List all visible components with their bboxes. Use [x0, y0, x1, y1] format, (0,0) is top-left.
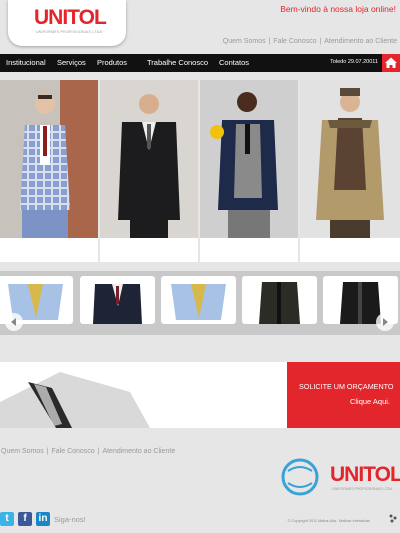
home-button[interactable] [382, 54, 400, 72]
carousel-item[interactable] [80, 276, 155, 324]
footer-link-quem-somos[interactable]: Quem Somos [1, 448, 44, 455]
product-carousel [0, 271, 400, 335]
welcome-message: Bem-vindo à nossa loja online! [280, 4, 396, 14]
link-fale-conosco[interactable]: Fale Conosco [273, 38, 316, 45]
date-label: Toledo 29.07.20011 [330, 59, 378, 65]
home-icon [385, 57, 397, 68]
logo-tagline: UNIFORMES PROFISSIONAIS LTDA [36, 30, 103, 34]
suit-image [0, 362, 287, 428]
logo[interactable]: UNITOL UNIFORMES PROFISSIONAIS LTDA [8, 0, 126, 46]
twitter-icon[interactable]: t [0, 512, 14, 526]
carousel-item[interactable] [242, 276, 317, 324]
arrow-right-icon [383, 318, 388, 326]
model-image [300, 80, 400, 238]
carousel-item[interactable] [161, 276, 236, 324]
nav-produtos[interactable]: Produtos [97, 58, 127, 67]
logo-text: UNITOL [34, 6, 107, 29]
carousel-next-button[interactable] [376, 313, 394, 331]
carousel-prev-button[interactable] [5, 313, 23, 331]
hero-gallery [0, 80, 400, 262]
main-nav: Institucional Serviços Produtos Trabalhe… [0, 54, 400, 72]
linkedin-icon[interactable]: in [36, 512, 50, 526]
copyright: © Copyright 2011 Malha Alta - Malhas Int… [287, 519, 370, 523]
model-image [0, 80, 98, 238]
product-card[interactable] [300, 80, 400, 262]
footer-link-fale-conosco[interactable]: Fale Conosco [52, 448, 95, 455]
follow-label: Siga-nos! [54, 515, 86, 524]
footer-logo-tagline: UNIFORMES PROFISSIONAIS LTDA [332, 487, 393, 491]
globe-icon [281, 458, 319, 496]
model-image [100, 80, 198, 238]
link-quem-somos[interactable]: Quem Somos [223, 38, 266, 45]
nav-institucional[interactable]: Institucional [6, 58, 46, 67]
nav-servicos[interactable]: Serviços [57, 58, 86, 67]
quote-cta-link[interactable]: Clique Aqui. [350, 397, 390, 406]
footer-links: Quem Somos | Fale Conosco | Atendimento … [1, 448, 176, 455]
product-card[interactable] [200, 80, 298, 262]
nav-trabalhe-conosco[interactable]: Trabalhe Conosco [147, 58, 208, 67]
nav-contatos[interactable]: Contatos [219, 58, 249, 67]
quote-banner: SOLICITE UM ORÇAMENTO Clique Aqui. [0, 362, 400, 428]
model-image [200, 80, 298, 238]
link-atendimento[interactable]: Atendimento ao Cliente [324, 38, 397, 45]
product-card[interactable] [100, 80, 198, 262]
quote-cta-title: SOLICITE UM ORÇAMENTO [299, 382, 394, 391]
quote-cta[interactable]: SOLICITE UM ORÇAMENTO Clique Aqui. [287, 362, 400, 428]
footer-logo[interactable]: UNITOL [330, 463, 400, 487]
footer-link-atendimento[interactable]: Atendimento ao Cliente [102, 448, 175, 455]
social-links: t f in Siga-nos! [0, 512, 100, 530]
product-card[interactable] [0, 80, 98, 262]
developer-logo-icon [389, 514, 397, 523]
arrow-left-icon [11, 318, 16, 326]
facebook-icon[interactable]: f [18, 512, 32, 526]
top-links: Quem Somos | Fale Conosco | Atendimento … [222, 38, 397, 45]
